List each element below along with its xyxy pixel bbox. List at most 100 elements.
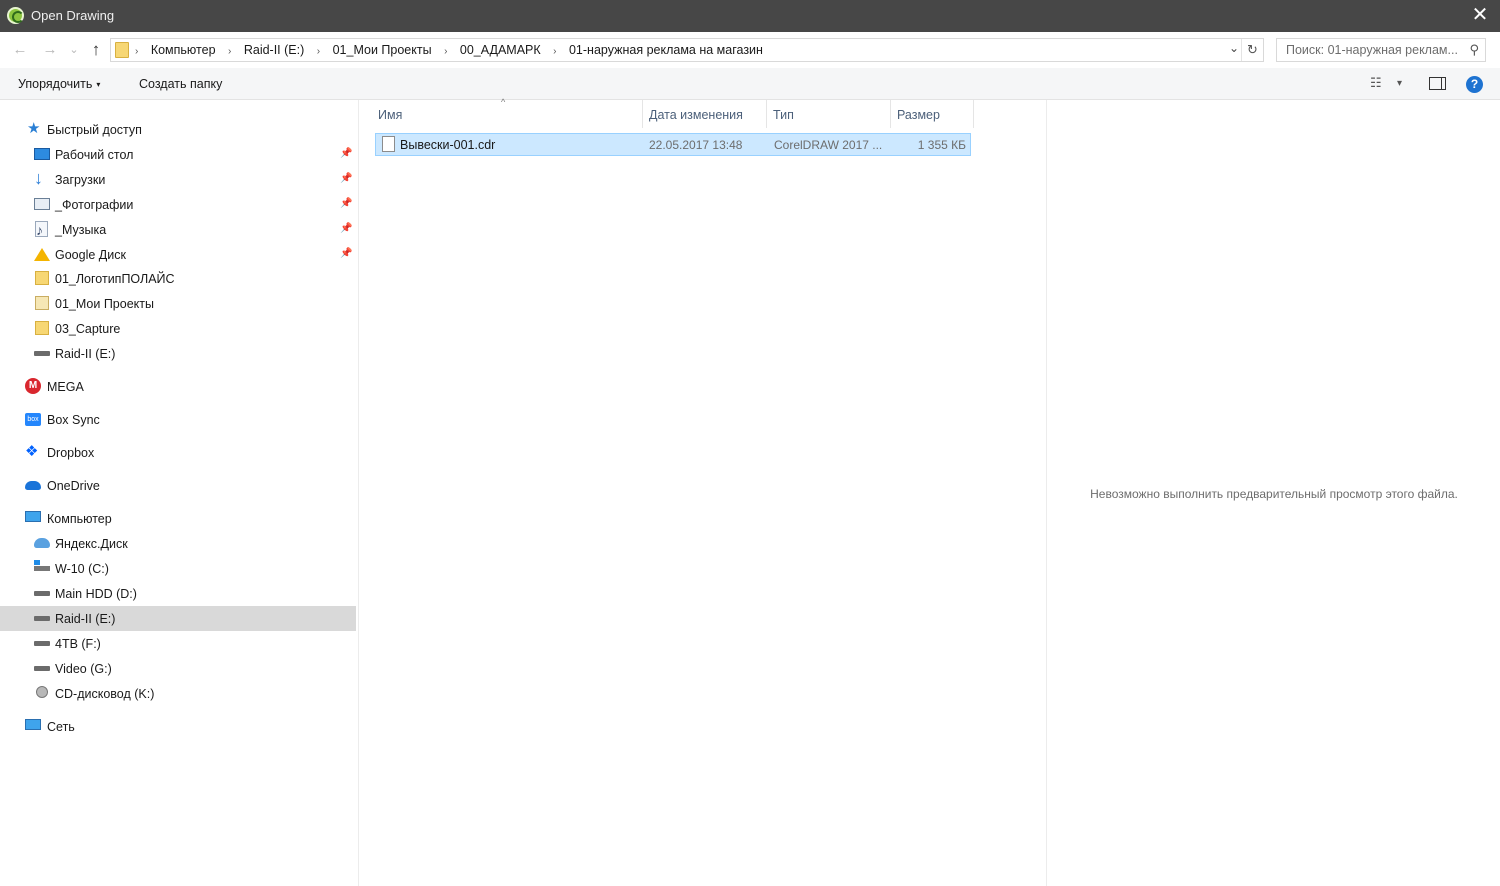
folder-icon [35,321,49,335]
breadcrumb-separator-icon[interactable]: › [444,46,447,57]
sidebar-item-capture[interactable]: 03_Capture [0,316,356,341]
title-bar: Open Drawing ✕ [0,0,1500,32]
sidebar-item-quick-access[interactable]: ★ Быстрый доступ [0,117,356,142]
sidebar-item-label: CD-дисковод (K:) [55,687,155,701]
pin-icon[interactable]: 📌 [340,198,352,209]
column-header-label: Размер [897,108,940,122]
up-arrow-icon[interactable]: ↑ [86,40,106,60]
sidebar-item-yandex-disk[interactable]: Яндекс.Диск [0,531,356,556]
folder-icon [35,271,49,285]
sidebar-item-music[interactable]: ♪ _Музыка 📌 [0,217,356,242]
sidebar-item-google-drive[interactable]: Google Диск 📌 [0,242,356,267]
pin-icon[interactable]: 📌 [340,248,352,259]
sidebar-item-downloads[interactable]: ↓ Загрузки 📌 [0,167,356,192]
yandex-disk-icon [34,538,50,548]
organize-label: Упорядочить [18,77,93,91]
sidebar-item-drive-g[interactable]: Video (G:) [0,656,356,681]
network-icon [25,719,41,730]
column-header-date[interactable]: Дата изменения [642,100,767,128]
breadcrumb-raid-drive[interactable]: Raid-II (E:) [244,43,304,57]
sidebar-item-cd-drive[interactable]: CD-дисковод (K:) [0,681,356,706]
windows-drive-icon [34,560,50,571]
coreldraw-app-icon [7,7,24,24]
column-header-type[interactable]: Тип [766,100,891,128]
breadcrumb-adamark[interactable]: 00_АДАМАРК [460,43,541,57]
sidebar-item-label: MEGA [47,380,84,394]
sidebar-item-photos[interactable]: _Фотографии 📌 [0,192,356,217]
downloads-icon: ↓ [34,168,43,188]
desktop-icon [34,148,50,160]
sidebar-item-drive-e[interactable]: Raid-II (E:) [0,606,356,631]
pin-icon[interactable]: 📌 [340,223,352,234]
preview-message: Невозможно выполнить предварительный про… [1090,487,1458,501]
breadcrumb-separator-icon[interactable]: › [317,46,320,57]
file-name: Вывески-001.cdr [400,138,496,152]
breadcrumb: › Компьютер › Raid-II (E:) › 01_Мои Прое… [135,43,763,57]
search-input[interactable]: Поиск: 01-наружная реклам... ⚲ [1276,38,1486,62]
pictures-icon [34,198,50,210]
file-list: ^ Имя Дата изменения Тип Размер Вывески-… [360,97,1046,886]
sidebar-item-drive-c[interactable]: W-10 (C:) [0,556,356,581]
pin-icon[interactable]: 📌 [340,148,352,159]
preview-pane-toggle-icon[interactable] [1429,77,1446,90]
address-bar[interactable]: › Компьютер › Raid-II (E:) › 01_Мои Прое… [110,38,1264,62]
organize-button[interactable]: Упорядочить ▾ [18,77,100,91]
sidebar-item-network[interactable]: Сеть [0,714,356,739]
sidebar-item-label: Сеть [47,720,75,734]
folder-icon [115,42,129,58]
drive-icon [34,351,50,356]
sidebar-item-desktop[interactable]: Рабочий стол 📌 [0,142,356,167]
sidebar-item-label: Яндекс.Диск [55,537,128,551]
column-header-label: Тип [773,108,794,122]
breadcrumb-my-projects[interactable]: 01_Мои Проекты [333,43,432,57]
recent-locations-chevron-icon[interactable]: ⌄ [64,40,84,60]
sidebar-item-logo-folder[interactable]: 01_ЛоготипПОЛАЙС [0,266,356,291]
sidebar-item-computer[interactable]: Компьютер [0,506,356,531]
search-placeholder: Поиск: 01-наружная реклам... [1286,43,1458,57]
breadcrumb-separator-icon[interactable]: › [553,46,556,57]
sidebar-item-label: _Музыка [55,223,107,237]
sidebar-item-label: 01_ЛоготипПОЛАЙС [55,272,175,286]
view-options-icon[interactable]: ☷ [1370,75,1382,91]
breadcrumb-separator-icon[interactable]: › [228,46,231,57]
breadcrumb-computer[interactable]: Компьютер [151,43,216,57]
back-arrow-icon[interactable]: ← [10,40,30,60]
breadcrumb-current-folder[interactable]: 01-наружная реклама на магазин [569,43,763,57]
pin-icon[interactable]: 📌 [340,173,352,184]
file-row[interactable]: Вывески-001.cdr 22.05.2017 13:48 CorelDR… [375,133,971,156]
sidebar-item-label: Video (G:) [55,662,112,676]
column-header-size[interactable]: Размер [890,100,974,128]
sidebar-item-label: Быстрый доступ [47,123,142,137]
view-options-caret-icon[interactable]: ▾ [1397,78,1402,89]
cd-drive-icon [36,686,48,698]
forward-arrow-icon[interactable]: → [40,40,60,60]
address-dropdown-chevron-icon[interactable]: ⌄ [1229,41,1239,55]
refresh-icon[interactable]: ↻ [1241,39,1263,61]
sidebar-item-label: Компьютер [47,512,112,526]
sidebar-item-mega[interactable]: M MEGA [0,374,356,399]
sidebar-item-box-sync[interactable]: box Box Sync [0,407,356,432]
sidebar-item-dropbox[interactable]: ❖ Dropbox [0,440,356,465]
preview-pane: Невозможно выполнить предварительный про… [1046,100,1500,886]
sidebar-item-label: Рабочий стол [55,148,134,162]
sidebar-item-raid-quick[interactable]: Raid-II (E:) [0,341,356,366]
help-icon[interactable]: ? [1466,76,1483,93]
sidebar-item-drive-f[interactable]: 4TB (F:) [0,631,356,656]
close-icon[interactable]: ✕ [1460,0,1500,32]
file-icon [382,136,395,152]
music-icon: ♪ [35,221,48,238]
drive-icon [34,666,50,671]
search-icon[interactable]: ⚲ [1469,42,1479,58]
drive-icon [34,616,50,621]
new-folder-button[interactable]: Создать папку [139,77,222,91]
mega-icon: M [25,378,41,394]
breadcrumb-separator-icon: › [135,46,139,57]
caret-down-icon: ▾ [96,80,101,89]
sidebar-item-onedrive[interactable]: OneDrive [0,473,356,498]
file-date: 22.05.2017 13:48 [649,138,743,152]
sidebar-item-my-projects[interactable]: 01_Мои Проекты [0,291,356,316]
column-header-name[interactable]: Имя [371,100,643,128]
dropbox-icon: ❖ [25,443,39,460]
sidebar-item-drive-d[interactable]: Main HDD (D:) [0,581,356,606]
sidebar-item-label: Google Диск [55,248,126,262]
